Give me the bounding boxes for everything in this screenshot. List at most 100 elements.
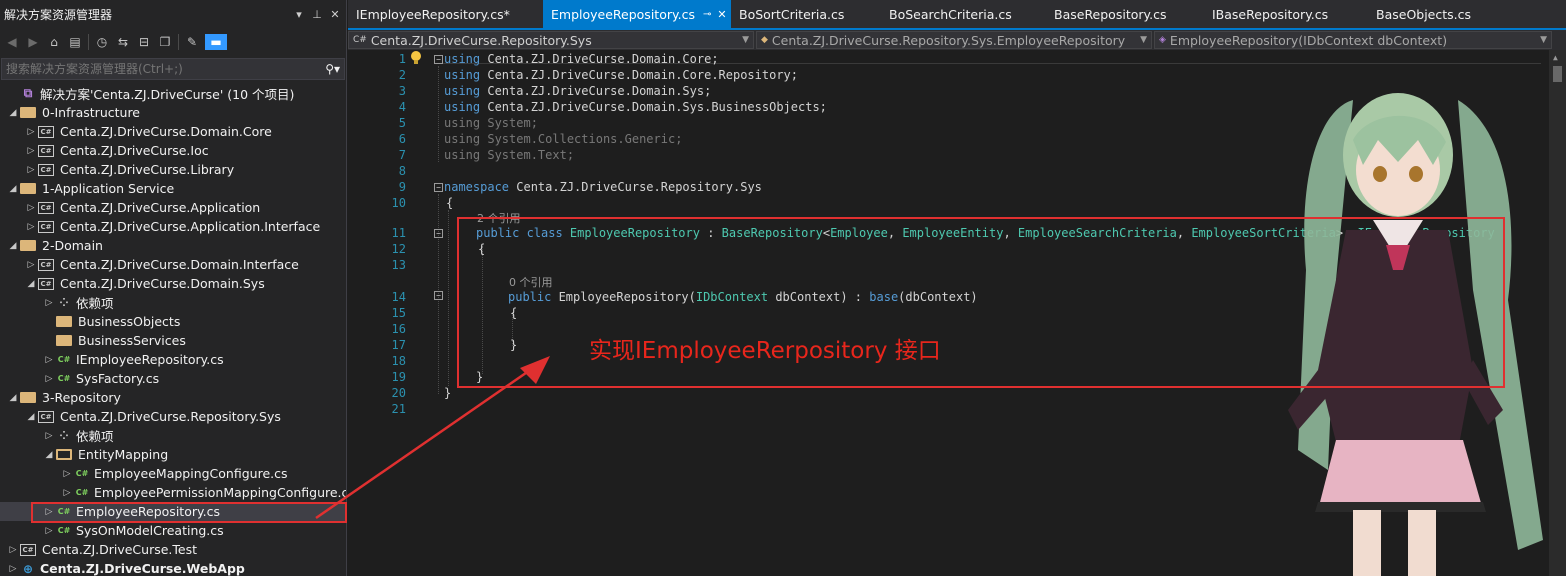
tree-item-label: BusinessObjects xyxy=(78,314,181,329)
properties-icon[interactable]: ✎ xyxy=(184,34,200,50)
tree-item[interactable]: ▷ C# EmployeePermissionMappingConfigure.cs xyxy=(0,483,346,502)
switch-views-icon[interactable]: ▤ xyxy=(67,34,83,50)
sync-icon[interactable]: ⇆ xyxy=(115,34,131,50)
collapsed-icon[interactable]: ▷ xyxy=(42,372,56,386)
project-dropdown[interactable]: C# Centa.ZJ.DriveCurse.Repository.Sys ▼ xyxy=(348,31,754,49)
collapsed-icon[interactable]: ▷ xyxy=(42,429,56,443)
pin-icon[interactable]: ⊸ xyxy=(703,9,711,20)
tab-baseobjects[interactable]: BaseObjects.cs xyxy=(1368,0,1508,28)
tree-item[interactable]: ▷ C# Centa.ZJ.DriveCurse.Domain.Interface xyxy=(0,255,346,274)
solution-explorer-search[interactable]: ⚲▾ xyxy=(1,58,345,80)
tree-item[interactable]: ▷ C# IEmployeeRepository.cs xyxy=(0,350,346,369)
tree-item[interactable]: ◢ 2-Domain xyxy=(0,236,346,255)
tree-item[interactable]: BusinessObjects xyxy=(0,312,346,331)
tree-item-label: 依赖项 xyxy=(76,296,114,311)
close-icon[interactable]: ✕ xyxy=(717,8,726,21)
code-line-4: using Centa.ZJ.DriveCurse.Domain.Sys.Bus… xyxy=(444,100,827,114)
collapse-icon[interactable]: − xyxy=(434,291,443,300)
expanded-icon[interactable]: ◢ xyxy=(6,391,20,405)
csharp-project-icon: C# xyxy=(20,543,36,556)
tree-item[interactable]: ⧉ 解决方案'Centa.ZJ.DriveCurse' (10 个项目) xyxy=(0,84,346,103)
collapsed-icon[interactable]: ▷ xyxy=(24,163,38,177)
csharp-project-icon: C# xyxy=(38,410,54,423)
tree-item[interactable]: ▷ C# Centa.ZJ.DriveCurse.Library xyxy=(0,160,346,179)
collapsed-icon[interactable]: ▷ xyxy=(42,353,56,367)
collapsed-icon[interactable]: ▷ xyxy=(6,543,20,557)
show-all-files-icon[interactable]: ❐ xyxy=(157,34,173,50)
type-dropdown[interactable]: ◆ Centa.ZJ.DriveCurse.Repository.Sys.Emp… xyxy=(756,31,1152,49)
tab-bosortcriteria[interactable]: BoSortCriteria.cs xyxy=(731,0,881,28)
tree-item[interactable]: ◢ C# Centa.ZJ.DriveCurse.Domain.Sys xyxy=(0,274,346,293)
home-icon[interactable]: ⌂ xyxy=(46,34,62,50)
tab-ibaserepository[interactable]: IBaseRepository.cs xyxy=(1204,0,1368,28)
collapsed-icon[interactable]: ▷ xyxy=(42,296,56,310)
tree-item[interactable]: ◢ 1-Application Service xyxy=(0,179,346,198)
member-dropdown[interactable]: ◈ EmployeeRepository(IDbContext dbContex… xyxy=(1154,31,1552,49)
collapsed-icon[interactable]: ▷ xyxy=(24,258,38,272)
expanded-icon[interactable]: ◢ xyxy=(24,410,38,424)
collapse-all-icon[interactable]: ⊟ xyxy=(136,34,152,50)
scrollbar-thumb[interactable] xyxy=(1553,66,1562,82)
tree-item[interactable]: ◢ 0-Infrastructure xyxy=(0,103,346,122)
close-icon[interactable]: ✕ xyxy=(328,8,342,21)
collapsed-icon[interactable]: ▷ xyxy=(6,562,20,576)
expanded-icon[interactable]: ◢ xyxy=(42,448,56,462)
csharp-file-icon: C# xyxy=(75,469,89,478)
tree-item[interactable]: ◢ C# Centa.ZJ.DriveCurse.Repository.Sys xyxy=(0,407,346,426)
tree-item-label: 0-Infrastructure xyxy=(42,105,140,120)
tab-iemployeerepository[interactable]: IEmployeeRepository.cs* xyxy=(348,0,543,28)
tab-label: BoSearchCriteria.cs xyxy=(889,6,1012,22)
tree-item[interactable]: ▷ C# Centa.ZJ.DriveCurse.Application xyxy=(0,198,346,217)
tree-item[interactable]: ▷ C# Centa.ZJ.DriveCurse.Test xyxy=(0,540,346,559)
vertical-scrollbar[interactable]: ▲ xyxy=(1549,50,1566,576)
lightbulb-icon[interactable] xyxy=(410,50,422,66)
collapsed-icon[interactable]: ▷ xyxy=(60,486,74,500)
tree-item[interactable]: ▷ C# Centa.ZJ.DriveCurse.Application.Inter… xyxy=(0,217,346,236)
collapsed-icon[interactable]: ▷ xyxy=(24,125,38,139)
pending-changes-filter-icon[interactable]: ◷ xyxy=(94,34,110,50)
code-line-7: using System.Text; xyxy=(444,148,575,162)
back-icon[interactable]: ◀ xyxy=(4,34,20,50)
expanded-icon[interactable]: ◢ xyxy=(6,239,20,253)
tab-employeerepository[interactable]: EmployeeRepository.cs ⊸ ✕ xyxy=(543,0,731,28)
collapsed-icon[interactable]: ▷ xyxy=(24,220,38,234)
line-number: 7 xyxy=(398,148,406,162)
search-input[interactable] xyxy=(6,62,326,76)
tree-item[interactable]: ▷ ⊕ Centa.ZJ.DriveCurse.WebApp xyxy=(0,559,346,576)
dropdown-icon[interactable]: ▾ xyxy=(292,8,306,21)
expanded-icon[interactable]: ◢ xyxy=(24,277,38,291)
collapsed-icon[interactable]: ▷ xyxy=(42,524,56,538)
tab-bosearchcriteria[interactable]: BoSearchCriteria.cs xyxy=(881,0,1046,28)
line-number: 16 xyxy=(391,322,406,336)
expanded-icon[interactable]: ◢ xyxy=(6,106,20,120)
preview-selected-items-icon[interactable]: ▬ xyxy=(205,34,227,50)
code-line-9: namespace Centa.ZJ.DriveCurse.Repository… xyxy=(444,180,762,194)
collapsed-icon[interactable]: ▷ xyxy=(60,467,74,481)
tree-item[interactable]: ▷ C# SysFactory.cs xyxy=(0,369,346,388)
tree-item[interactable]: BusinessServices xyxy=(0,331,346,350)
search-icon[interactable]: ⚲▾ xyxy=(325,62,340,76)
line-number: 20 xyxy=(391,386,406,400)
tree-item[interactable]: ◢ 3-Repository xyxy=(0,388,346,407)
tree-item[interactable]: ◢ EntityMapping xyxy=(0,445,346,464)
collapsed-icon[interactable]: ▷ xyxy=(24,201,38,215)
tree-item[interactable]: ▷ C# Centa.ZJ.DriveCurse.Ioc xyxy=(0,141,346,160)
forward-icon[interactable]: ▶ xyxy=(25,34,41,50)
tree-item-label: Centa.ZJ.DriveCurse.Domain.Core xyxy=(60,124,272,139)
type-dropdown-value: Centa.ZJ.DriveCurse.Repository.Sys.Emplo… xyxy=(771,32,1126,48)
tree-item[interactable]: ▷ C# SysOnModelCreating.cs xyxy=(0,521,346,540)
tab-baserepository[interactable]: BaseRepository.cs xyxy=(1046,0,1204,28)
tree-item[interactable]: ▷ C# EmployeeMappingConfigure.cs xyxy=(0,464,346,483)
tree-item[interactable]: ▷ C# Centa.ZJ.DriveCurse.Domain.Core xyxy=(0,122,346,141)
expanded-icon[interactable]: ◢ xyxy=(6,182,20,196)
csharp-project-icon: C# xyxy=(38,277,54,290)
tree-item[interactable]: ▷ ⁘ 依赖项 xyxy=(0,426,346,445)
collapsed-icon[interactable]: ▷ xyxy=(24,144,38,158)
tree-item[interactable]: ▷ ⁘ 依赖项 xyxy=(0,293,346,312)
chevron-down-icon: ▼ xyxy=(742,35,749,45)
collapse-icon[interactable]: − xyxy=(434,183,443,192)
collapse-icon[interactable]: − xyxy=(434,229,443,238)
pin-icon[interactable]: ⊥ xyxy=(310,8,324,21)
collapse-icon[interactable]: − xyxy=(434,55,443,64)
scroll-up-icon[interactable]: ▲ xyxy=(1553,53,1558,62)
